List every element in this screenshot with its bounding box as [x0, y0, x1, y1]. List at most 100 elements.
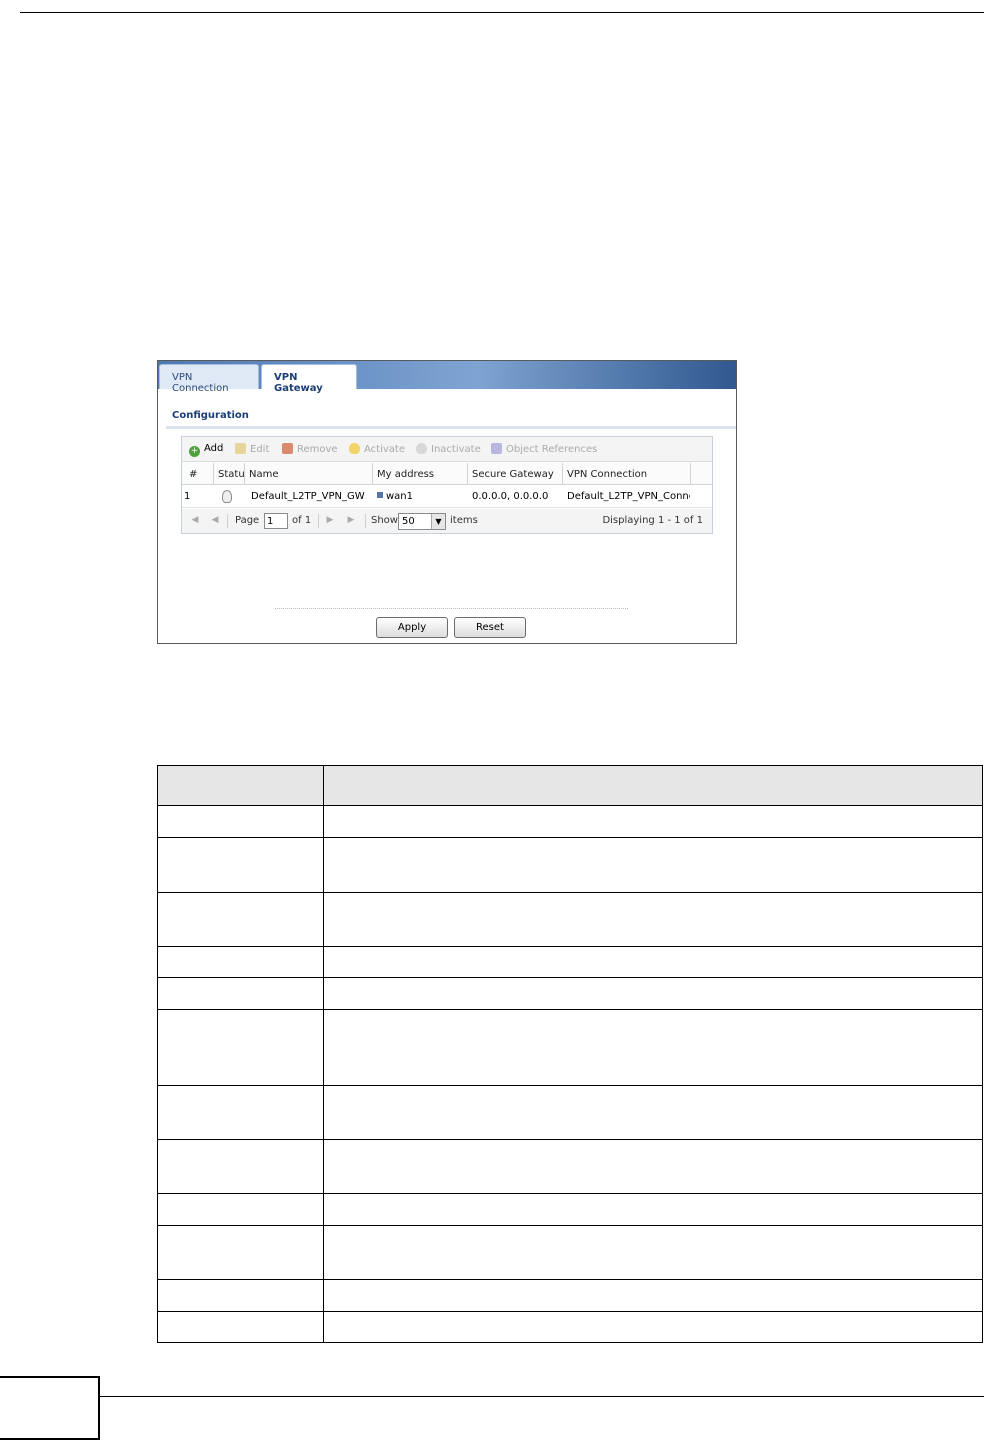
inactivate-button[interactable]: Inactivate	[416, 443, 481, 457]
items-label: items	[450, 515, 478, 526]
grid-toolbar: + Add Edit Remove Activate Inactivate Obj…	[182, 437, 712, 462]
edit-button[interactable]: Edit	[235, 443, 269, 457]
tab-vpn-connection[interactable]: VPN Connection	[159, 364, 259, 394]
column-header-secure-gateway[interactable]: Secure Gateway	[472, 469, 562, 480]
lightbulb-off-icon	[416, 443, 427, 454]
tab-vpn-gateway[interactable]: VPN Gateway	[261, 364, 357, 394]
description-cell	[323, 946, 983, 978]
table-row	[157, 946, 983, 978]
trash-icon	[282, 443, 293, 454]
activate-label: Activate	[364, 444, 405, 455]
column-divider[interactable]	[690, 463, 691, 485]
object-references-icon	[491, 443, 502, 454]
header-cell	[323, 765, 983, 806]
section-title: Configuration	[172, 410, 249, 421]
row-secure-gateway: 0.0.0.0, 0.0.0.0	[472, 491, 549, 502]
table-row	[157, 1311, 983, 1343]
table-row	[157, 1085, 983, 1140]
row-name: Default_L2TP_VPN_GW	[251, 491, 365, 502]
table-row	[157, 805, 983, 838]
next-page-icon[interactable]: ▶	[325, 515, 335, 526]
description-cell	[323, 892, 983, 947]
pagination-bar: ◀ ◀ Page 1 of 1 ▶ ▶ Show 50 ▼ items Displ…	[182, 509, 712, 533]
label-cell	[157, 837, 324, 893]
description-cell	[323, 837, 983, 893]
add-label: Add	[204, 443, 224, 454]
edit-label: Edit	[250, 444, 270, 455]
pager-divider	[318, 514, 319, 528]
description-cell	[323, 1009, 983, 1086]
header-rule	[20, 12, 984, 13]
page-total-label: of 1	[292, 515, 312, 526]
column-header-vpn-connection[interactable]: VPN Connection	[567, 469, 687, 480]
reset-button[interactable]: Reset	[454, 617, 526, 638]
table-row	[157, 837, 983, 893]
table-header: # Status Name My address Secure Gateway …	[182, 463, 712, 485]
label-cell	[157, 1085, 324, 1140]
show-label: Show	[371, 515, 398, 526]
add-icon: +	[189, 446, 200, 457]
label-cell	[157, 1225, 324, 1280]
items-per-page-select[interactable]: 50 ▼	[398, 513, 446, 530]
add-button[interactable]: + Add	[189, 443, 223, 457]
column-header-index[interactable]: #	[189, 469, 211, 480]
table-row	[157, 1139, 983, 1194]
description-cell	[323, 1139, 983, 1194]
table-row	[157, 1009, 983, 1086]
label-cell	[157, 1193, 324, 1226]
page-label: Page	[235, 515, 260, 526]
column-divider[interactable]	[213, 463, 214, 485]
column-header-my-address[interactable]: My address	[377, 469, 467, 480]
activate-button[interactable]: Activate	[349, 443, 405, 457]
table-row	[157, 977, 983, 1010]
row-index: 1	[184, 491, 191, 502]
last-page-icon[interactable]: ▶	[346, 515, 356, 526]
table-header-row	[157, 765, 983, 806]
column-header-name[interactable]: Name	[249, 469, 369, 480]
first-page-icon[interactable]: ◀	[190, 515, 200, 526]
label-cell	[157, 892, 324, 947]
column-divider[interactable]	[372, 463, 373, 485]
displaying-status: Displaying 1 - 1 of 1	[602, 515, 703, 526]
column-divider[interactable]	[244, 463, 245, 485]
gateway-grid: + Add Edit Remove Activate Inactivate Obj…	[181, 436, 713, 534]
items-per-page-value: 50	[402, 516, 415, 527]
description-cell	[323, 1085, 983, 1140]
column-divider[interactable]	[467, 463, 468, 485]
table-row[interactable]: 1 Default_L2TP_VPN_GW wan1 0.0.0.0, 0.0.…	[182, 486, 712, 508]
description-cell	[323, 977, 983, 1010]
page-number-box	[0, 1376, 100, 1440]
label-cell	[157, 1279, 324, 1312]
table-row	[157, 1193, 983, 1226]
apply-button[interactable]: Apply	[376, 617, 448, 638]
button-divider	[275, 608, 628, 609]
object-references-button[interactable]: Object References	[491, 443, 597, 457]
column-header-status[interactable]: Status	[218, 469, 244, 480]
row-my-address[interactable]: wan1	[377, 491, 465, 502]
label-cell	[157, 946, 324, 978]
label-cell	[157, 1139, 324, 1194]
label-cell	[157, 1311, 324, 1343]
footer-rule	[100, 1396, 984, 1397]
remove-label: Remove	[297, 444, 338, 455]
label-cell	[157, 977, 324, 1010]
inactivate-label: Inactivate	[431, 444, 481, 455]
lightbulb-on-icon	[349, 443, 360, 454]
label-cell	[157, 805, 324, 838]
table-row	[157, 892, 983, 947]
vpn-gateway-screenshot: VPN Connection VPN Gateway Configuration…	[157, 360, 737, 644]
table-row	[157, 1225, 983, 1280]
description-cell	[323, 1311, 983, 1343]
row-vpn-connection: Default_L2TP_VPN_Conne	[567, 491, 690, 502]
edit-icon	[235, 443, 246, 454]
page-number-input[interactable]: 1	[264, 513, 288, 529]
description-cell	[323, 1193, 983, 1226]
my-address-link[interactable]: wan1	[386, 491, 414, 502]
remove-button[interactable]: Remove	[282, 443, 338, 457]
table-row	[157, 1279, 983, 1312]
header-cell	[157, 765, 324, 806]
previous-page-icon[interactable]: ◀	[210, 515, 220, 526]
column-divider[interactable]	[562, 463, 563, 485]
description-cell	[323, 1225, 983, 1280]
chevron-down-icon[interactable]: ▼	[431, 514, 445, 529]
